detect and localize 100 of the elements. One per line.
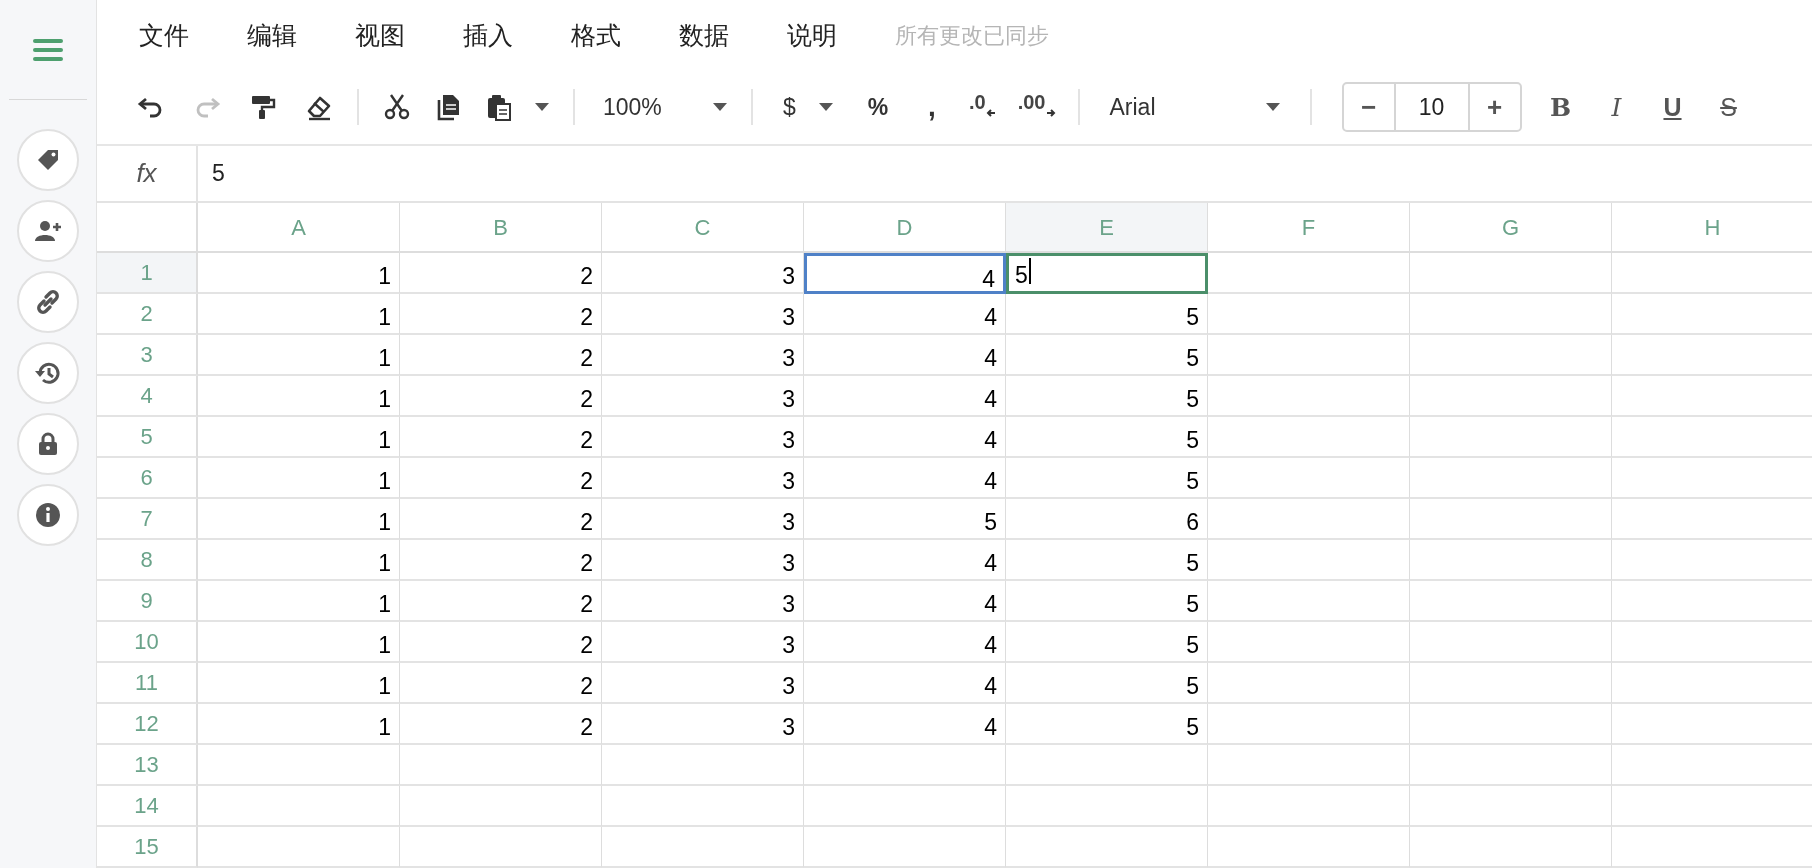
empty-cell[interactable] bbox=[400, 745, 602, 786]
empty-cell[interactable] bbox=[1410, 663, 1612, 704]
table-cell[interactable]: 5 bbox=[1006, 540, 1208, 581]
menu-item[interactable]: 说明 bbox=[787, 16, 895, 55]
empty-cell[interactable] bbox=[1410, 827, 1612, 868]
italic-button[interactable]: I bbox=[1599, 87, 1634, 128]
cell-editor[interactable]: 5 bbox=[1006, 253, 1208, 294]
menu-item[interactable]: 文件 bbox=[139, 16, 247, 55]
table-cell[interactable]: 2 bbox=[400, 540, 602, 581]
table-cell[interactable]: 5 bbox=[1006, 663, 1208, 704]
table-cell[interactable]: 4 bbox=[804, 581, 1006, 622]
bold-button[interactable]: B bbox=[1543, 87, 1578, 128]
table-cell[interactable]: 4 bbox=[804, 458, 1006, 499]
table-cell[interactable]: 4 bbox=[804, 294, 1006, 335]
table-cell[interactable]: 3 bbox=[602, 581, 804, 622]
table-cell[interactable]: 3 bbox=[602, 335, 804, 376]
empty-cell[interactable] bbox=[1208, 827, 1410, 868]
table-cell[interactable]: 5 bbox=[1006, 581, 1208, 622]
empty-cell[interactable] bbox=[1006, 827, 1208, 868]
empty-cell[interactable] bbox=[602, 827, 804, 868]
zoom-dropdown[interactable]: 100% bbox=[597, 87, 727, 128]
table-cell[interactable]: 2 bbox=[400, 335, 602, 376]
empty-cell[interactable] bbox=[1410, 704, 1612, 745]
comma-button[interactable]: , bbox=[921, 87, 943, 128]
table-cell[interactable]: 1 bbox=[198, 622, 400, 663]
decrease-size-button[interactable]: − bbox=[1343, 84, 1394, 131]
table-cell[interactable]: 5 bbox=[1006, 376, 1208, 417]
empty-cell[interactable] bbox=[1208, 540, 1410, 581]
table-cell[interactable]: 1 bbox=[198, 704, 400, 745]
empty-cell[interactable] bbox=[1410, 417, 1612, 458]
empty-cell[interactable] bbox=[1006, 786, 1208, 827]
table-cell[interactable]: 1 bbox=[198, 581, 400, 622]
strikethrough-button[interactable]: S bbox=[1711, 87, 1746, 128]
empty-cell[interactable] bbox=[1208, 499, 1410, 540]
empty-cell[interactable] bbox=[804, 827, 1006, 868]
menu-item[interactable]: 格式 bbox=[571, 16, 679, 55]
empty-cell[interactable] bbox=[1208, 335, 1410, 376]
font-dropdown[interactable]: Arial bbox=[1109, 87, 1280, 128]
empty-cell[interactable] bbox=[198, 786, 400, 827]
menu-item[interactable]: 数据 bbox=[679, 16, 787, 55]
table-cell[interactable]: 2 bbox=[400, 253, 602, 294]
table-cell[interactable]: 3 bbox=[602, 622, 804, 663]
menu-icon[interactable] bbox=[32, 37, 64, 62]
empty-cell[interactable] bbox=[1410, 581, 1612, 622]
empty-cell[interactable] bbox=[1410, 376, 1612, 417]
table-cell[interactable]: 4 bbox=[804, 704, 1006, 745]
table-cell[interactable]: 2 bbox=[400, 704, 602, 745]
empty-cell[interactable] bbox=[1410, 540, 1612, 581]
empty-cell[interactable] bbox=[1410, 253, 1612, 294]
table-cell[interactable]: 1 bbox=[198, 417, 400, 458]
empty-cell[interactable] bbox=[1208, 294, 1410, 335]
menu-item[interactable]: 编辑 bbox=[247, 16, 355, 55]
currency-dropdown[interactable]: $ bbox=[783, 87, 833, 128]
empty-cell[interactable] bbox=[1208, 253, 1410, 294]
font-size-field[interactable]: 10 bbox=[1393, 84, 1470, 131]
formula-field[interactable]: 5 bbox=[198, 145, 225, 201]
empty-cell[interactable] bbox=[198, 827, 400, 868]
empty-cell[interactable] bbox=[1208, 745, 1410, 786]
increase-size-button[interactable]: + bbox=[1469, 84, 1520, 131]
empty-cell[interactable] bbox=[804, 786, 1006, 827]
table-cell[interactable]: 3 bbox=[602, 540, 804, 581]
table-cell[interactable]: 5 bbox=[1006, 704, 1208, 745]
table-cell[interactable]: 5 bbox=[804, 499, 1006, 540]
underline-button[interactable]: U bbox=[1655, 87, 1690, 128]
empty-cell[interactable] bbox=[1208, 376, 1410, 417]
table-cell[interactable]: 5 bbox=[1006, 458, 1208, 499]
empty-cell[interactable] bbox=[1208, 704, 1410, 745]
table-cell[interactable]: 6 bbox=[1006, 499, 1208, 540]
table-cell[interactable]: 4 bbox=[804, 335, 1006, 376]
empty-cell[interactable] bbox=[1410, 745, 1612, 786]
table-cell[interactable]: 2 bbox=[400, 417, 602, 458]
empty-cell[interactable] bbox=[1410, 786, 1612, 827]
empty-cell[interactable] bbox=[1208, 786, 1410, 827]
table-cell[interactable]: 1 bbox=[198, 499, 400, 540]
empty-cell[interactable] bbox=[1410, 294, 1612, 335]
empty-cell[interactable] bbox=[602, 786, 804, 827]
table-cell[interactable]: 1 bbox=[198, 663, 400, 704]
table-cell[interactable]: 5 bbox=[1006, 335, 1208, 376]
table-cell[interactable]: 4 bbox=[804, 417, 1006, 458]
empty-cell[interactable] bbox=[1208, 581, 1410, 622]
table-cell[interactable]: 1 bbox=[198, 335, 400, 376]
table-cell[interactable]: 5 bbox=[1006, 417, 1208, 458]
empty-cell[interactable] bbox=[804, 745, 1006, 786]
table-cell[interactable]: 4 bbox=[804, 540, 1006, 581]
table-cell[interactable]: 5 bbox=[1006, 294, 1208, 335]
table-cell[interactable]: 3 bbox=[602, 294, 804, 335]
table-cell[interactable]: 2 bbox=[400, 376, 602, 417]
menu-item[interactable]: 视图 bbox=[355, 16, 463, 55]
empty-cell[interactable] bbox=[602, 745, 804, 786]
table-cell[interactable]: 2 bbox=[400, 622, 602, 663]
empty-cell[interactable] bbox=[1410, 458, 1612, 499]
table-cell[interactable]: 5 bbox=[1006, 622, 1208, 663]
empty-cell[interactable] bbox=[1208, 417, 1410, 458]
table-cell[interactable]: 4 bbox=[804, 663, 1006, 704]
table-cell[interactable]: 4 bbox=[804, 622, 1006, 663]
menu-item[interactable]: 插入 bbox=[463, 16, 571, 55]
table-cell[interactable]: 3 bbox=[602, 376, 804, 417]
empty-cell[interactable] bbox=[400, 827, 602, 868]
table-cell[interactable]: 1 bbox=[198, 458, 400, 499]
empty-cell[interactable] bbox=[1208, 663, 1410, 704]
